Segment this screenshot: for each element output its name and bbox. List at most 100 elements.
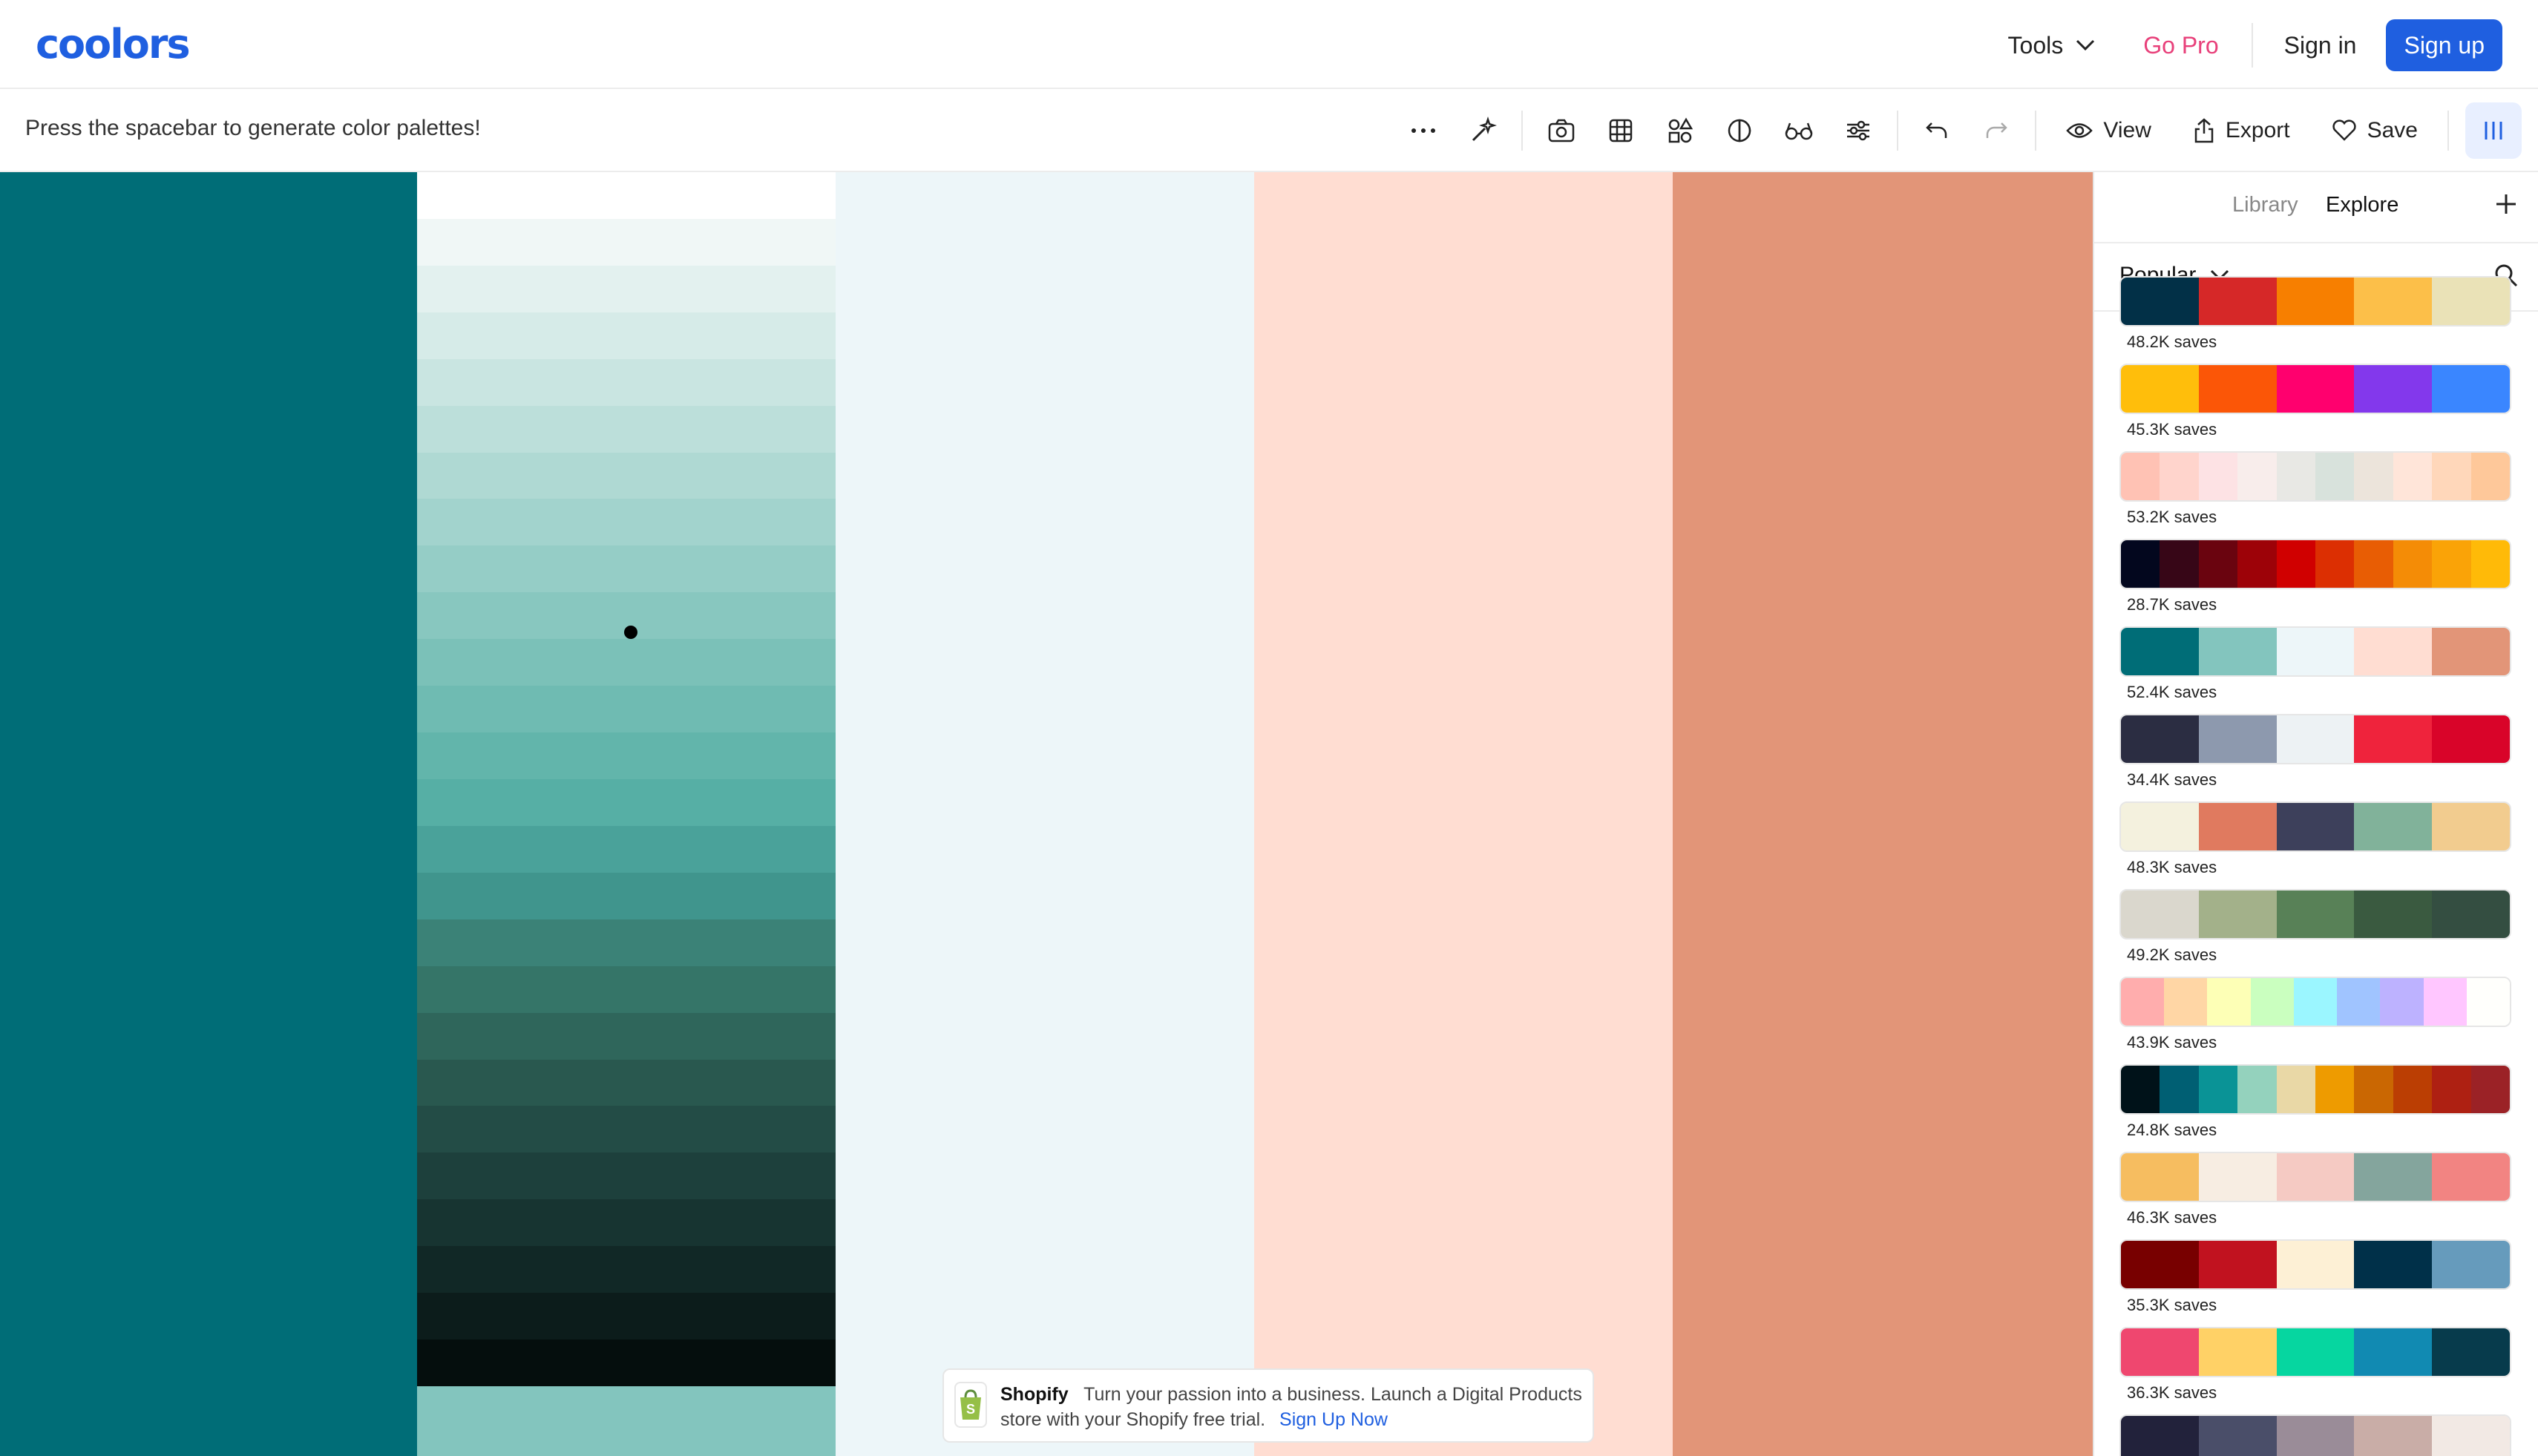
palette-item[interactable]: 35.3K saves — [2119, 1239, 2511, 1327]
ai-generate-button[interactable] — [1453, 102, 1512, 159]
palette-item[interactable]: 46.3K saves — [2119, 1152, 2511, 1239]
palette-item[interactable]: 48.2K saves — [2119, 276, 2511, 364]
palette-item[interactable]: 53.2K saves — [2119, 451, 2511, 539]
palette-swatch — [2276, 803, 2355, 850]
palette-item[interactable]: 52.4K saves — [2119, 626, 2511, 714]
palette-swatches[interactable] — [2119, 539, 2511, 589]
shade-swatch[interactable] — [417, 1106, 836, 1153]
color-column-3[interactable] — [836, 172, 1254, 1456]
export-button[interactable]: Export — [2193, 117, 2290, 144]
palette-swatches[interactable] — [2119, 1414, 2511, 1456]
go-pro-link[interactable]: Go Pro — [2143, 32, 2218, 59]
palette-swatches[interactable] — [2119, 1239, 2511, 1290]
coolors-logo[interactable]: coolors — [36, 21, 191, 68]
shade-swatch[interactable] — [417, 265, 836, 312]
palette-swatches[interactable] — [2119, 276, 2511, 327]
adjust-palette-button[interactable] — [1829, 102, 1888, 159]
color-column-1[interactable] — [0, 172, 417, 1456]
shade-swatch[interactable] — [417, 872, 836, 919]
shade-swatch[interactable] — [417, 825, 836, 873]
shade-swatch[interactable] — [417, 172, 836, 219]
palette-swatches[interactable] — [2119, 1152, 2511, 1202]
shade-swatch[interactable] — [417, 1293, 836, 1340]
shade-swatch[interactable] — [417, 499, 836, 546]
shade-swatch[interactable] — [417, 358, 836, 406]
shade-swatch[interactable] — [417, 1339, 836, 1386]
sign-in-link[interactable]: Sign in — [2284, 32, 2357, 59]
palette-swatch — [2164, 978, 2208, 1026]
shade-swatch[interactable] — [417, 778, 836, 826]
palette-item[interactable]: 45.3K saves — [2119, 364, 2511, 451]
palette-swatches[interactable] — [2119, 977, 2511, 1027]
palette-swatch — [2354, 715, 2433, 763]
shade-swatch[interactable] — [417, 1012, 836, 1060]
view-button[interactable]: View — [2066, 118, 2151, 143]
palette-swatch — [2354, 1153, 2433, 1201]
palette-item[interactable]: 36.3K saves — [2119, 1327, 2511, 1414]
shade-swatch[interactable] — [417, 1059, 836, 1106]
palette-swatches[interactable] — [2119, 451, 2511, 502]
shade-swatch[interactable] — [417, 732, 836, 779]
sponsored-ad[interactable]: S Shopify Turn your passion into a busin… — [942, 1368, 1594, 1443]
sign-up-button[interactable]: Sign up — [2386, 19, 2502, 71]
palette-item[interactable]: 48.3K saves — [2119, 801, 2511, 889]
palette-swatches[interactable] — [2119, 889, 2511, 939]
contrast-checker-button[interactable] — [1710, 102, 1769, 159]
palette-swatches[interactable] — [2119, 364, 2511, 414]
grid-icon — [1610, 119, 1633, 142]
palette-swatches[interactable] — [2119, 626, 2511, 677]
redo-button[interactable] — [1967, 102, 2026, 159]
visualize-button[interactable] — [1650, 102, 1710, 159]
palette-swatch — [2432, 278, 2510, 325]
shade-swatch[interactable] — [417, 405, 836, 453]
palette-swatch — [2276, 278, 2355, 325]
shade-swatch[interactable] — [417, 1246, 836, 1293]
palette-swatch — [2121, 540, 2160, 588]
tab-explore[interactable]: Explore — [2326, 193, 2398, 217]
palette-item[interactable] — [2119, 1414, 2511, 1456]
palette-swatch — [2198, 1153, 2277, 1201]
shade-swatch[interactable] — [417, 639, 836, 686]
palette-item[interactable]: 28.7K saves — [2119, 539, 2511, 626]
palette-grid-button[interactable] — [1591, 102, 1650, 159]
more-options-button[interactable] — [1394, 102, 1453, 159]
save-button[interactable]: Save — [2332, 118, 2418, 143]
shade-swatch[interactable] — [417, 919, 836, 966]
color-blindness-button[interactable] — [1769, 102, 1829, 159]
image-picker-button[interactable] — [1532, 102, 1591, 159]
tab-library[interactable]: Library — [2232, 193, 2298, 217]
view-label: View — [2103, 118, 2151, 142]
palette-swatch — [2207, 978, 2251, 1026]
palette-swatches[interactable] — [2119, 801, 2511, 852]
palette-swatches[interactable] — [2119, 1064, 2511, 1115]
shade-swatch[interactable] — [417, 218, 836, 266]
tools-menu[interactable]: Tools — [2008, 32, 2096, 59]
palette-item[interactable]: 24.8K saves — [2119, 1064, 2511, 1152]
toggle-sidebar-button[interactable] — [2465, 102, 2522, 159]
palette-swatch — [2354, 1241, 2433, 1288]
new-palette-button[interactable] — [2493, 191, 2519, 220]
shade-swatch[interactable] — [417, 452, 836, 499]
palette-swatch — [2276, 1066, 2316, 1113]
palette-saves-count: 52.4K saves — [2127, 683, 2217, 701]
shade-swatch[interactable] — [417, 312, 836, 359]
color-column-2[interactable] — [417, 172, 836, 1456]
palette-item[interactable]: 43.9K saves — [2119, 977, 2511, 1064]
shade-swatch[interactable] — [417, 965, 836, 1013]
palette-swatches[interactable] — [2119, 714, 2511, 764]
shade-swatch[interactable] — [417, 686, 836, 733]
palette-item[interactable]: 49.2K saves — [2119, 889, 2511, 977]
color-column-4[interactable] — [1254, 172, 1673, 1456]
shade-swatch[interactable] — [417, 1199, 836, 1247]
palette-swatch — [2354, 278, 2433, 325]
color-column-5[interactable] — [1673, 172, 2093, 1456]
ad-cta-link[interactable]: Sign Up Now — [1279, 1409, 1388, 1430]
palette-swatch — [2393, 540, 2433, 588]
palette-swatch — [2198, 1328, 2277, 1376]
palette-swatches[interactable] — [2119, 1327, 2511, 1377]
shade-swatch[interactable] — [417, 1152, 836, 1200]
shade-swatch[interactable] — [417, 545, 836, 593]
palette-item[interactable]: 34.4K saves — [2119, 714, 2511, 801]
palette-swatch — [2198, 1416, 2277, 1456]
undo-button[interactable] — [1907, 102, 1967, 159]
